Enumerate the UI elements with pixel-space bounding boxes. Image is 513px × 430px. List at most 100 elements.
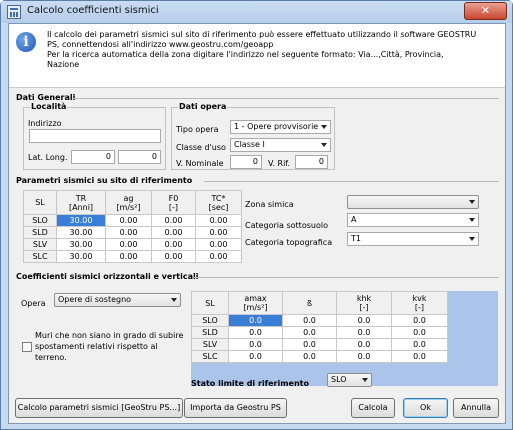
classe-uso-value: Classe I <box>234 140 265 149</box>
groupbox-title-dati-opera: Dati opera <box>178 102 228 111</box>
table-cell[interactable]: 0.00 <box>105 226 152 239</box>
section-divider <box>194 277 499 278</box>
dialog-window: Calcolo coefficienti sismici ✕ i Il calc… <box>0 0 513 430</box>
app-window-icon <box>7 5 21 19</box>
table-cell[interactable]: 0.0 <box>336 326 392 339</box>
categoria-sottosuolo-select[interactable]: A <box>347 213 479 227</box>
muri-checkbox-label: Muri che non siano in grado di subire sp… <box>35 331 184 362</box>
table-cell[interactable]: 0.0 <box>391 338 448 351</box>
table-row: SLV 0.0 0.0 0.0 0.0 <box>191 338 448 351</box>
table-cell[interactable]: 30.00 <box>56 238 106 251</box>
info-banner: i Il calcolo dei parametri sismici sul s… <box>9 24 505 88</box>
column-header: kvk [-] <box>391 291 448 315</box>
opera-select[interactable]: Opere di sostegno <box>54 293 181 307</box>
table-row: SLV 30.00 0.00 0.00 0.00 <box>23 238 242 251</box>
table-cell[interactable]: 0.0 <box>391 326 448 339</box>
table-cell[interactable]: 0.00 <box>195 250 242 263</box>
table-cell[interactable]: 0.0 <box>282 314 337 327</box>
muri-checkbox[interactable] <box>22 342 32 352</box>
section-title-parametri: Parametri sismici su sito di riferimento <box>16 176 193 185</box>
table-cell[interactable]: 0.00 <box>105 238 152 251</box>
column-header: SL <box>191 291 229 315</box>
table-cell[interactable]: 0.0 <box>336 314 392 327</box>
coefficienti-table: SL amax [m/s²] ß khk [-] kvk [-] SLO 0.0… <box>191 291 448 363</box>
table-cell[interactable]: 0.0 <box>228 350 283 363</box>
table-row: SLO 30.00 0.00 0.00 0.00 <box>23 214 242 227</box>
row-header: SLV <box>23 238 57 251</box>
table-cell[interactable]: 0.0 <box>228 314 283 327</box>
section-title-coefficienti: Coefficienti sismici orizzontali e verti… <box>16 272 199 281</box>
importa-geostru-button[interactable]: Importa da Geostru PS <box>184 398 287 418</box>
chevron-down-icon <box>321 125 327 129</box>
column-header: ß <box>282 291 337 315</box>
column-header: ag [m/s²] <box>105 190 152 215</box>
title-bar[interactable]: Calcolo coefficienti sismici ✕ <box>1 1 512 23</box>
table-cell[interactable]: 0.0 <box>282 338 337 351</box>
table-cell[interactable]: 30.00 <box>56 226 106 239</box>
v-rif-label: V. Rif. <box>268 159 291 168</box>
column-header: TC* [sec] <box>195 190 242 215</box>
stato-limite-select[interactable]: SLO <box>327 373 372 387</box>
v-rif-input[interactable]: 0 <box>295 155 328 169</box>
longitude-input[interactable]: 0 <box>118 150 161 164</box>
table-row: SLD 30.00 0.00 0.00 0.00 <box>23 226 242 239</box>
table-cell[interactable]: 0.00 <box>151 214 196 227</box>
zona-simica-select[interactable] <box>347 195 479 209</box>
chevron-down-icon <box>362 378 368 382</box>
indirizzo-label: Indirizzo <box>28 119 62 128</box>
tipo-opera-value: 1 - Opere provvisorie <box>234 122 319 131</box>
table-cell[interactable]: 0.00 <box>151 226 196 239</box>
ok-button[interactable]: Ok <box>403 398 448 418</box>
chevron-down-icon <box>469 218 475 222</box>
info-text: Il calcolo dei parametri sismici sul sit… <box>47 30 477 69</box>
table-cell[interactable]: 0.00 <box>151 238 196 251</box>
table-cell[interactable]: 0.0 <box>228 338 283 351</box>
section-divider <box>73 98 499 99</box>
window-title: Calcolo coefficienti sismici <box>27 5 159 16</box>
chevron-down-icon <box>469 237 475 241</box>
table-cell[interactable]: 0.00 <box>151 250 196 263</box>
table-cell[interactable]: 0.0 <box>282 350 337 363</box>
indirizzo-input[interactable] <box>29 129 161 143</box>
calcola-button[interactable]: Calcola <box>351 398 395 418</box>
annulla-button[interactable]: Annulla <box>453 398 499 418</box>
calcolo-parametri-geostru-button[interactable]: Calcolo parametri sismici [GeoStru PS...… <box>15 398 183 418</box>
table-cell[interactable]: 0.0 <box>282 326 337 339</box>
categoria-topografica-value: T1 <box>351 234 361 243</box>
table-cell[interactable]: 0.00 <box>105 250 152 263</box>
info-icon: i <box>16 32 36 52</box>
categoria-sottosuolo-value: A <box>351 215 357 224</box>
v-nominale-input[interactable]: 0 <box>230 155 262 169</box>
latitude-input[interactable]: 0 <box>71 150 115 164</box>
zona-simica-label: Zona simica <box>245 200 294 209</box>
table-row: SLD 0.0 0.0 0.0 0.0 <box>191 326 448 339</box>
classe-uso-select[interactable]: Classe I <box>230 138 331 152</box>
categoria-topografica-label: Categoria topografica <box>245 238 333 247</box>
opera-label: Opera <box>21 299 46 308</box>
row-header: SLO <box>191 314 229 327</box>
table-cell[interactable]: 0.0 <box>391 350 448 363</box>
table-cell[interactable]: 0.00 <box>195 226 242 239</box>
categoria-topografica-select[interactable]: T1 <box>347 232 479 246</box>
tipo-opera-select[interactable]: 1 - Opere provvisorie <box>230 120 331 134</box>
table-cell[interactable]: 0.00 <box>105 214 152 227</box>
close-button[interactable]: ✕ <box>464 2 507 20</box>
table-cell[interactable]: 30.00 <box>56 214 106 227</box>
table-cell[interactable]: 0.0 <box>336 350 392 363</box>
table-cell[interactable]: 0.0 <box>336 338 392 351</box>
chevron-down-icon <box>171 298 177 302</box>
table-cell[interactable]: 0.00 <box>195 238 242 251</box>
v-nominale-label: V. Nominale <box>176 159 224 168</box>
table-cell[interactable]: 0.0 <box>391 314 448 327</box>
table-cell[interactable]: 30.00 <box>56 250 106 263</box>
row-header: SLD <box>191 326 229 339</box>
column-header: amax [m/s²] <box>228 291 283 315</box>
chevron-down-icon <box>469 200 475 204</box>
table-cell[interactable]: 0.00 <box>195 214 242 227</box>
groupbox-title-localita: Località <box>30 102 68 111</box>
table-cell[interactable]: 0.0 <box>228 326 283 339</box>
table-row: SLC 30.00 0.00 0.00 0.00 <box>23 250 242 263</box>
column-header: TR [Anni] <box>56 190 106 215</box>
row-header: SLO <box>23 214 57 227</box>
table-row: SLC 0.0 0.0 0.0 0.0 <box>191 350 448 363</box>
